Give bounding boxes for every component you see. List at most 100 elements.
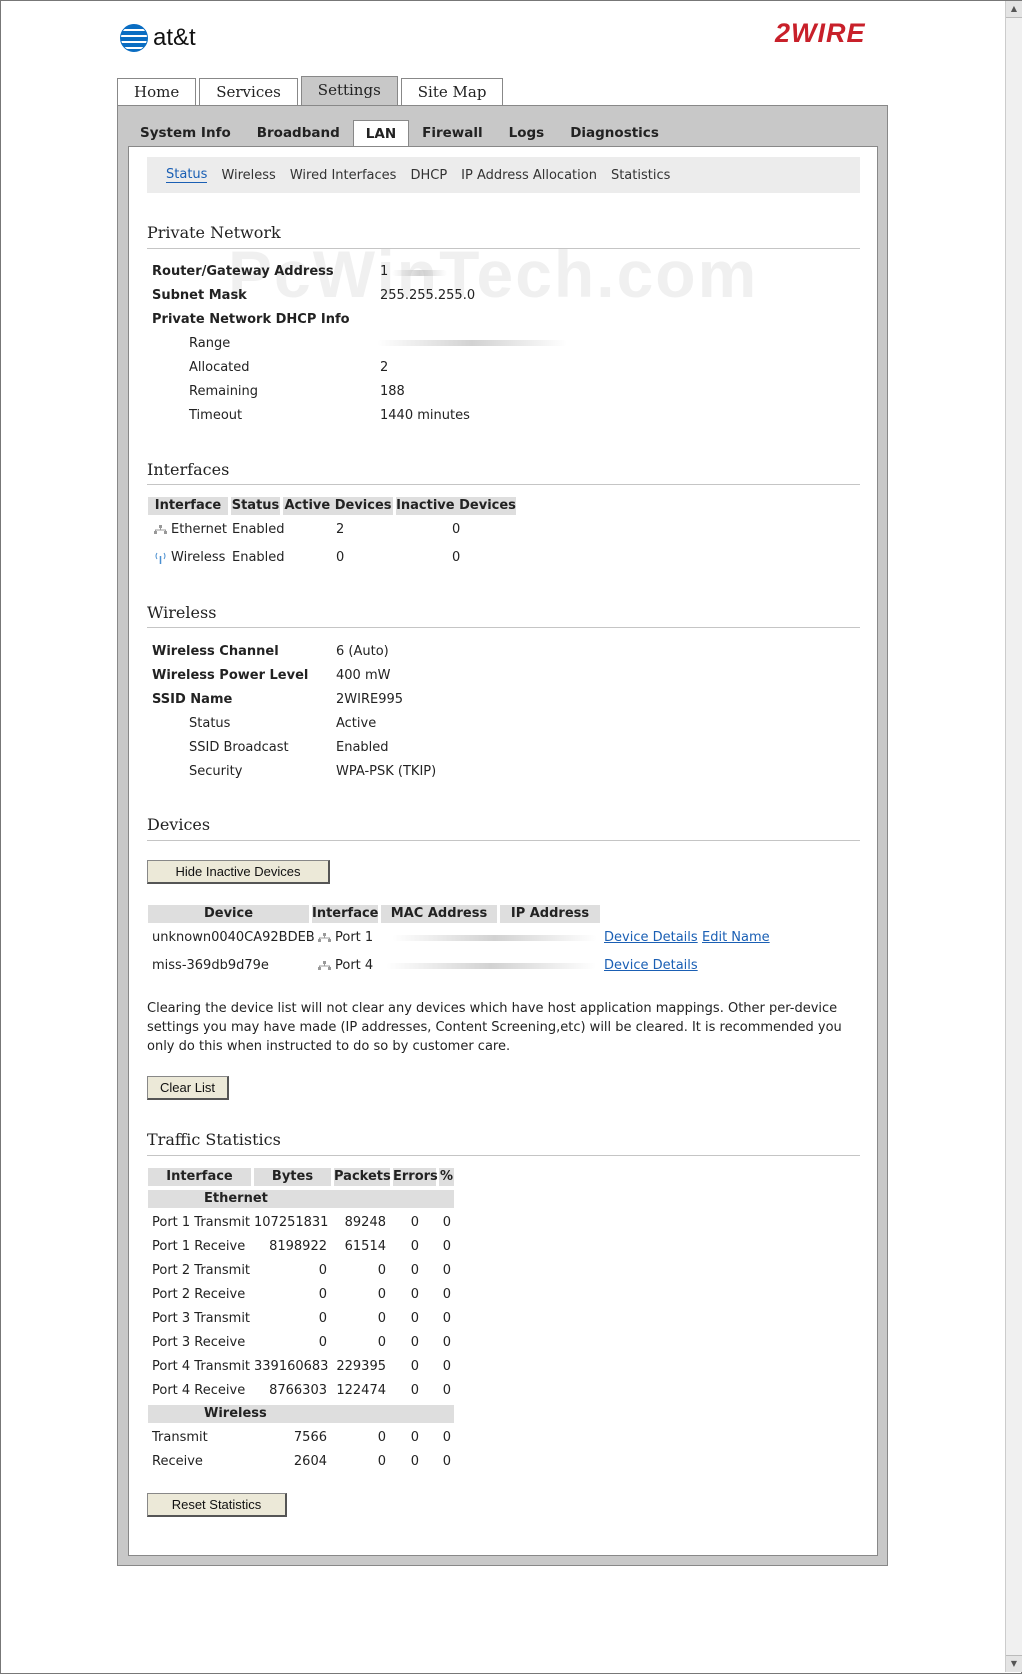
subnav-dhcp[interactable]: DHCP <box>410 168 447 183</box>
security-label: Security <box>189 764 243 779</box>
stat-packets: 0 <box>377 1430 386 1445</box>
clear-list-note: Clearing the device list will not clear … <box>147 1001 842 1054</box>
stat-bytes: 0 <box>318 1263 327 1278</box>
col-interface: Interface <box>148 497 228 515</box>
traffic-statistics-title: Traffic Statistics <box>147 1130 281 1149</box>
interface-name: Wireless <box>171 550 226 565</box>
stat-packets: 229395 <box>336 1359 386 1374</box>
scroll-up-arrow-icon[interactable]: ▲ <box>1006 1 1022 18</box>
stat-percent: 0 <box>442 1311 451 1326</box>
subnav-status[interactable]: Status <box>166 167 208 183</box>
stat-percent: 0 <box>442 1359 451 1374</box>
col-packets: Packets <box>334 1168 391 1186</box>
interface-status: Enabled <box>232 550 285 565</box>
tab-lan[interactable]: LAN <box>352 120 410 148</box>
tab-system-info[interactable]: System Info <box>127 120 244 146</box>
stat-packets: 0 <box>377 1263 386 1278</box>
reset-statistics-button[interactable]: Reset Statistics <box>147 1493 287 1517</box>
tab-broadband[interactable]: Broadband <box>244 120 353 146</box>
vertical-scrollbar[interactable]: ▲ ▼ <box>1005 1 1022 1672</box>
ethernet-icon <box>154 524 167 534</box>
col-device: Device <box>148 905 309 923</box>
stat-packets: 89248 <box>344 1215 386 1230</box>
stat-packets: 61514 <box>344 1239 386 1254</box>
interface-name: Ethernet <box>171 522 227 537</box>
stat-errors: 0 <box>410 1239 419 1254</box>
stat-interface: Port 3 Transmit <box>152 1311 251 1326</box>
col-errors: Errors <box>393 1168 438 1186</box>
tab-diagnostics[interactable]: Diagnostics <box>557 120 672 146</box>
wireless-antenna-icon <box>155 552 166 564</box>
stat-packets: 0 <box>377 1311 386 1326</box>
stat-packets: 0 <box>377 1454 386 1469</box>
ssid-broadcast-label: SSID Broadcast <box>189 740 289 755</box>
interface-inactive: 0 <box>452 522 461 537</box>
stat-interface: Port 1 Transmit <box>152 1215 251 1230</box>
private-network-title: Private Network <box>147 223 281 242</box>
tab-services[interactable]: Services <box>199 78 298 105</box>
tab-site-map[interactable]: Site Map <box>400 78 504 105</box>
hide-inactive-devices-button[interactable]: Hide Inactive Devices <box>147 860 330 884</box>
wireless-power-label: Wireless Power Level <box>152 668 309 683</box>
stat-errors: 0 <box>410 1359 419 1374</box>
stat-interface: Receive <box>152 1454 203 1469</box>
col-bytes: Bytes <box>254 1168 331 1186</box>
stat-bytes: 107251831 <box>254 1215 329 1230</box>
stat-bytes: 0 <box>318 1311 327 1326</box>
interface-status: Enabled <box>232 522 285 537</box>
clear-list-button[interactable]: Clear List <box>147 1076 229 1100</box>
device-details-link[interactable]: Device Details <box>604 958 698 973</box>
stat-packets: 122474 <box>336 1383 386 1398</box>
stat-percent: 0 <box>442 1287 451 1302</box>
security-value: WPA-PSK (TKIP) <box>336 764 437 779</box>
dhcp-info-label: Private Network DHCP Info <box>152 312 350 327</box>
device-name: unknown0040CA92BDEB <box>152 930 315 945</box>
device-interface: Port 4 <box>318 958 373 973</box>
devices-title: Devices <box>147 815 211 834</box>
stat-bytes: 8766303 <box>269 1383 327 1398</box>
divider <box>147 840 860 841</box>
stat-bytes: 339160683 <box>254 1359 329 1374</box>
device-interface: Port 1 <box>318 930 373 945</box>
top-tabs: Home Services Settings Site Map <box>117 76 506 105</box>
router-address-label: Router/Gateway Address <box>152 264 334 279</box>
interfaces-title: Interfaces <box>147 460 230 479</box>
stat-interface: Transmit <box>152 1430 208 1445</box>
subnav-wireless[interactable]: Wireless <box>221 168 275 183</box>
tab-settings[interactable]: Settings <box>300 76 398 105</box>
stat-percent: 0 <box>442 1263 451 1278</box>
interface-row-ethernet: Ethernet <box>154 522 227 537</box>
stat-errors: 0 <box>410 1454 419 1469</box>
stat-bytes: 0 <box>318 1287 327 1302</box>
col-inactive-devices: Inactive Devices <box>396 497 516 515</box>
interface-active: 2 <box>336 522 345 537</box>
edit-name-link[interactable]: Edit Name <box>702 930 770 945</box>
stat-errors: 0 <box>410 1383 419 1398</box>
device-details-link[interactable]: Device Details <box>604 930 698 945</box>
tab-logs[interactable]: Logs <box>496 120 558 146</box>
tab-home[interactable]: Home <box>117 78 197 105</box>
subnav-ip-address-allocation[interactable]: IP Address Allocation <box>461 168 597 183</box>
interface-active: 0 <box>336 550 345 565</box>
ssid-status-value: Active <box>336 716 377 731</box>
ethernet-group-header: Ethernet <box>148 1190 454 1208</box>
stat-bytes: 0 <box>318 1335 327 1350</box>
ssid-broadcast-value: Enabled <box>336 740 389 755</box>
col-interface: Interface <box>148 1168 251 1186</box>
redacted-blur <box>386 963 596 969</box>
ssid-name-label: SSID Name <box>152 692 233 707</box>
col-ip-address: IP Address <box>500 905 600 923</box>
redacted-blur <box>377 340 567 346</box>
tab-firewall[interactable]: Firewall <box>409 120 496 146</box>
divider <box>147 484 860 485</box>
stat-errors: 0 <box>410 1430 419 1445</box>
scroll-down-arrow-icon[interactable]: ▼ <box>1006 1655 1022 1672</box>
att-logo-text: at&t <box>153 24 196 51</box>
subnav-statistics[interactable]: Statistics <box>611 168 670 183</box>
subnav-wired-interfaces[interactable]: Wired Interfaces <box>290 168 397 183</box>
col-interface: Interface <box>312 905 379 923</box>
allocated-value: 2 <box>380 360 389 375</box>
device-name: miss-369db9d79e <box>152 958 269 973</box>
range-label: Range <box>189 336 231 351</box>
remaining-value: 188 <box>380 384 405 399</box>
